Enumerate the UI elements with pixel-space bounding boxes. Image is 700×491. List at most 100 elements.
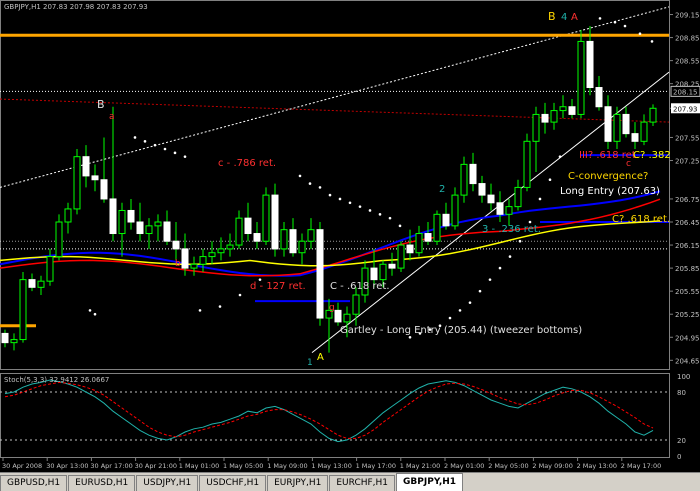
tab-usdchf-h1[interactable]: USDCHF,H1: [199, 475, 267, 491]
candle-body: [73, 156, 81, 210]
price-tick-label: 206.15: [675, 242, 700, 250]
time-tick-label: 30 Apr 2008: [2, 462, 42, 470]
candle-body: [235, 217, 243, 246]
candle-body: [118, 209, 126, 235]
candle-body: [289, 229, 297, 254]
candle-body: [244, 217, 252, 235]
candle-body: [46, 256, 54, 282]
sar-dot: [163, 147, 167, 151]
candle-body: [28, 279, 36, 288]
sar-dot: [478, 289, 482, 293]
time-tick-label: 1 May 17:00: [356, 462, 396, 470]
price-tick-label: 205.85: [675, 265, 700, 273]
stoch-tick-label: 80: [677, 389, 686, 397]
label-four: 4: [561, 12, 567, 23]
candle-body: [595, 87, 603, 108]
candle-body: [370, 267, 378, 281]
candle-body: [1, 332, 9, 344]
price-tick-label: 204.95: [675, 334, 700, 342]
tab-usdjpy-h1[interactable]: USDJPY,H1: [136, 475, 199, 491]
candle-body: [424, 233, 432, 242]
sar-dot: [638, 32, 642, 36]
label-gartley: Gartley - Long Entry (205.44) (tweezer b…: [340, 325, 582, 336]
label-C-618-right: C? .618 ret.: [612, 214, 670, 225]
price-tick-label: 208.85: [675, 35, 700, 43]
label-A-top: A: [571, 12, 578, 23]
chart-header: GBPJPY,H1 207.83 207.98 207.83 207.93: [4, 3, 148, 11]
candle-body: [388, 263, 396, 269]
time-tick-label: 2 May 09:00: [532, 462, 572, 470]
sar-dot: [298, 174, 302, 178]
candle-body: [514, 186, 522, 208]
sar-dot: [623, 24, 627, 28]
sar-dot: [183, 155, 187, 158]
sar-dot: [498, 266, 502, 270]
candle-body: [532, 113, 540, 142]
candle-body: [307, 229, 315, 242]
candle-body: [127, 209, 135, 223]
price-tick-label: 209.15: [675, 12, 700, 20]
sar-dot: [538, 197, 542, 201]
candle-body: [577, 40, 585, 115]
sar-dot: [143, 140, 147, 143]
sar-dot: [358, 205, 362, 208]
sar-dot: [468, 301, 472, 304]
candle-body: [280, 229, 288, 250]
candle-body: [154, 221, 162, 227]
label-A: A: [317, 352, 324, 363]
candle-body: [208, 252, 216, 258]
candle-body: [55, 221, 63, 258]
sar-dot: [548, 178, 552, 182]
candle-body: [550, 110, 558, 123]
tab-gbpusd-h1[interactable]: GBPUSD,H1: [0, 475, 68, 491]
tab-gbpjpy-h1[interactable]: GBPJPY,H1: [396, 473, 464, 491]
candle-body: [379, 263, 387, 281]
sar-dot: [218, 305, 222, 308]
sar-dot: [88, 309, 92, 312]
label-small-c: c: [626, 159, 631, 169]
candle-body: [100, 179, 108, 200]
stoch-tick-label: 100: [677, 373, 690, 381]
candle-body: [487, 194, 495, 204]
sar-dot: [368, 209, 372, 212]
candle-body: [541, 113, 549, 123]
sar-dot: [398, 224, 402, 228]
candle-body: [397, 244, 405, 269]
candle-body: [199, 256, 207, 265]
time-tick-label: 30 Apr 17:00: [90, 462, 132, 470]
tab-eurchf-h1[interactable]: EURCHF,H1: [329, 475, 396, 491]
tab-eurjpy-h1[interactable]: EURJPY,H1: [267, 475, 329, 491]
price-tick-label: 206.45: [675, 219, 700, 227]
candle-body: [109, 198, 117, 235]
candle-body: [604, 106, 612, 142]
sar-dot: [238, 293, 242, 297]
price-tick-label: 208.55: [675, 58, 700, 66]
candle-body: [145, 225, 153, 235]
candle-body: [451, 194, 459, 227]
sar-dot: [153, 143, 157, 147]
price-tick-label: 205.55: [675, 288, 700, 296]
candle-body: [253, 233, 261, 242]
label-three: 3 - .236 ret.: [482, 224, 541, 235]
sar-dot: [518, 239, 522, 243]
candle-body: [478, 183, 486, 196]
sar-dot: [173, 151, 177, 155]
sar-dot: [328, 193, 332, 197]
candle-body: [343, 313, 351, 323]
time-tick-label: 2 May 17:00: [621, 462, 661, 470]
label-b: b: [175, 259, 181, 269]
candle-body: [559, 106, 567, 112]
mid-price-label: 208.15: [673, 88, 698, 96]
symbol-tabs: GBPUSD,H1 EURUSD,H1 USDJPY,H1 USDCHF,H1 EURJ…: [0, 472, 700, 491]
price-tick-label: 207.25: [675, 158, 700, 166]
candle-body: [586, 40, 594, 89]
candle-body: [163, 221, 171, 242]
candle-body: [649, 107, 657, 123]
time-tick-label: 1 May 21:00: [400, 462, 440, 470]
sar-dot: [598, 17, 602, 20]
sar-dot: [338, 197, 342, 201]
tab-eurusd-h1[interactable]: EURUSD,H1: [68, 475, 136, 491]
candle-body: [190, 263, 198, 269]
sar-dot: [133, 136, 137, 139]
candle-body: [505, 206, 513, 215]
